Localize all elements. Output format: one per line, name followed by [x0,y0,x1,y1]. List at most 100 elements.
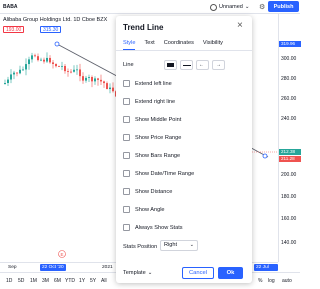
candle-body [70,71,72,73]
arrow-right-icon: → [216,62,221,68]
candle-body [85,77,87,81]
price-tick: 160.00 [281,216,297,222]
dialog-title: Trend Line [123,23,164,32]
cloud-icon [210,3,217,11]
time-label: 2021 [102,265,113,270]
candle-body [58,66,60,67]
range-5y[interactable]: 5Y [90,278,96,284]
candle-body [112,87,114,92]
stats-position-value: Right [164,242,178,248]
chevron-down-icon: ⌄ [244,4,250,10]
candle-body [52,62,54,65]
candle-body [91,76,93,82]
checkbox-icon[interactable] [123,170,130,177]
right-end-picker[interactable]: → [212,60,225,70]
line-width-picker[interactable] [180,60,193,70]
candle-body [61,65,63,67]
always-show-stats-checkbox[interactable]: Always Show Stats [123,224,183,231]
layout-menu[interactable]: Unnamed ⌄ [210,2,258,12]
trend-line-handle[interactable] [262,153,268,159]
candle-body [94,78,96,82]
show-angle-checkbox[interactable]: Show Angle [123,206,165,213]
checkbox-icon[interactable] [123,116,130,123]
close-icon[interactable]: × [237,21,243,31]
candle-body [46,57,48,62]
dialog-tabs: Style Text Coordinates Visibility [123,40,232,50]
range-1d[interactable]: 1D [6,278,12,284]
checkbox-icon[interactable] [123,80,130,87]
candle-body [22,69,24,71]
checkbox-icon[interactable] [123,206,130,213]
ok-button[interactable]: Ok [218,267,243,279]
tab-coordinates[interactable]: Coordinates [164,40,194,50]
candle-body [106,83,108,90]
extend-left-checkbox[interactable]: Extend left line [123,80,172,87]
candle-body [40,59,42,61]
template-dropdown[interactable]: Template ⌄ [123,270,152,276]
candle-body [49,57,51,63]
log-toggle[interactable]: log [268,278,275,284]
candle-body [37,56,39,61]
range-3m[interactable]: 3M [42,278,49,284]
checkbox-icon[interactable] [123,152,130,159]
trend-line-handle[interactable] [54,41,60,47]
symbol-search[interactable]: BABA [3,4,17,10]
time-label: Sep [8,265,17,270]
publish-button[interactable]: Publish [268,1,299,12]
stats-position-label: Stats Position [123,244,158,250]
line-label: Line [123,62,134,68]
candle-body [100,79,102,82]
tab-text[interactable]: Text [144,40,154,50]
color-swatch-icon [167,63,174,67]
candle-body [31,55,33,60]
arrow-left-icon: ← [199,62,204,68]
price-axis[interactable]: 319.96 300.00 280.00 260.00 240.00 212.3… [278,14,301,262]
candle-body [19,69,21,74]
candle-body [10,74,12,80]
candle-body [73,69,75,72]
extend-right-checkbox[interactable]: Extend right line [123,98,175,105]
tab-divider [116,50,252,51]
top-toolbar: BABA Unnamed ⌄ ⚙ Publish [0,0,300,14]
checkbox-label: Extend left line [135,80,172,87]
cancel-button[interactable]: Cancel [182,267,214,279]
range-1m[interactable]: 1M [30,278,37,284]
show-price-range-checkbox[interactable]: Show Price Range [123,134,181,141]
price-tag-red: 211.28 [279,156,301,162]
show-date-time-range-checkbox[interactable]: Show Date/Time Range [123,170,194,177]
range-5d[interactable]: 5D [18,278,24,284]
bid-price-tag: 193.00 [3,26,25,33]
range-1y[interactable]: 1Y [79,278,85,284]
left-end-picker[interactable]: ← [196,60,209,70]
checkbox-icon[interactable] [123,134,130,141]
tab-style[interactable]: Style [123,40,136,50]
line-width-icon [183,65,191,66]
price-tag-green: 212.38 [279,149,301,155]
candle-body [82,76,84,81]
show-bars-range-checkbox[interactable]: Show Bars Range [123,152,180,159]
stats-position-select[interactable]: Right ⌄ [160,240,198,251]
checkbox-label: Show Bars Range [135,152,181,159]
candle-body [7,79,9,84]
range-all[interactable]: All [101,278,107,284]
range-6m[interactable]: 6M [54,278,61,284]
price-tick: 140.00 [281,240,297,246]
range-ytd[interactable]: YTD [65,278,75,284]
auto-toggle[interactable]: auto [282,278,292,284]
checkbox-icon[interactable] [123,224,130,231]
candle-body [109,87,111,90]
candle-body [28,59,30,65]
line-color-picker[interactable] [164,60,177,70]
percent-toggle[interactable]: % [258,278,262,284]
candle-body [76,69,78,71]
candle-body [55,64,57,67]
checkbox-icon[interactable] [123,98,130,105]
tab-visibility[interactable]: Visibility [203,40,223,50]
show-middle-point-checkbox[interactable]: Show Middle Point [123,116,181,123]
time-label-highlight: 22 Oct '20 [40,264,66,271]
price-tick: 240.00 [281,116,297,122]
checkbox-label: Extend right line [135,98,176,105]
checkbox-icon[interactable] [123,188,130,195]
show-distance-checkbox[interactable]: Show Distance [123,188,172,195]
gear-icon[interactable]: ⚙ [259,3,265,11]
